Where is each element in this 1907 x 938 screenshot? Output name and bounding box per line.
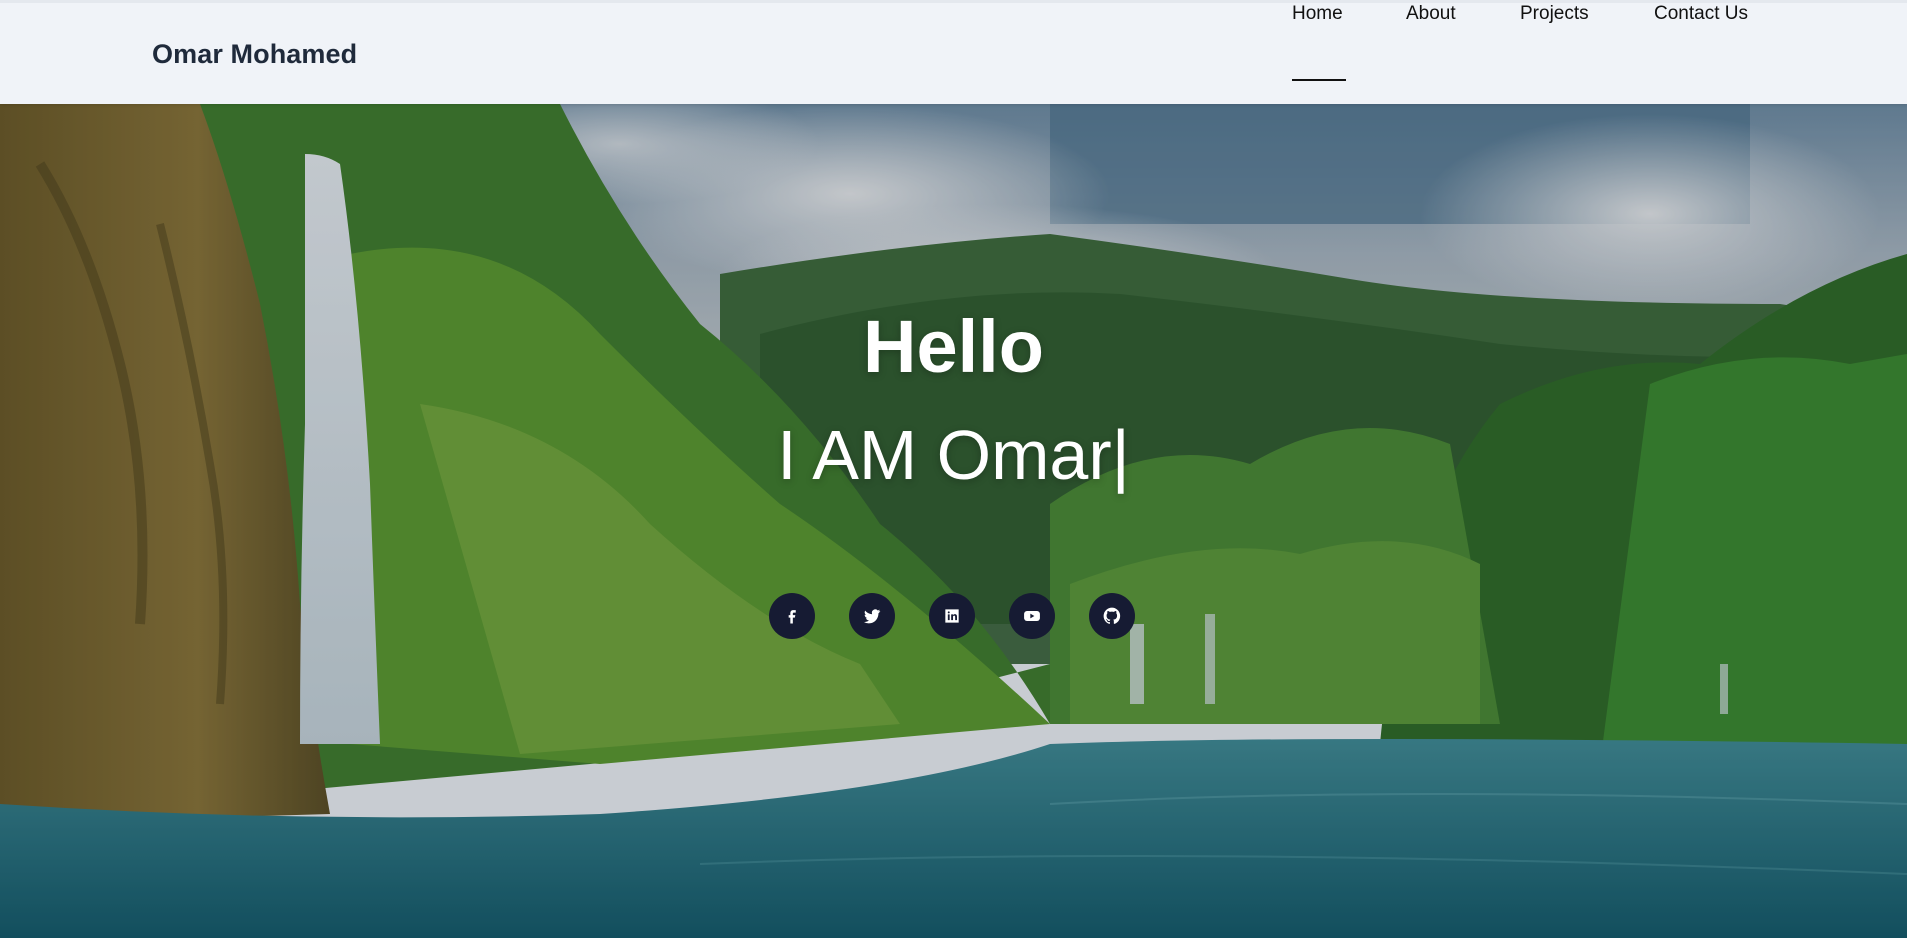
- facebook-icon: [788, 610, 796, 624]
- youtube-link[interactable]: [1009, 593, 1055, 639]
- twitter-icon: [863, 609, 881, 624]
- brand-logo[interactable]: Omar Mohamed: [152, 39, 357, 70]
- nav-link-home[interactable]: Home: [1292, 3, 1343, 25]
- linkedin-icon: [945, 609, 959, 623]
- nav-link-projects[interactable]: Projects: [1520, 3, 1589, 25]
- facebook-link[interactable]: [769, 593, 815, 639]
- hero-dark-overlay: [0, 104, 1907, 938]
- github-link[interactable]: [1089, 593, 1135, 639]
- github-icon: [1103, 607, 1121, 624]
- hero-section: Hello I AM Omar|: [0, 104, 1907, 938]
- nav-link-about[interactable]: About: [1406, 3, 1456, 25]
- active-nav-indicator: [1292, 79, 1346, 81]
- navbar: Omar Mohamed Home About Projects Contact…: [0, 0, 1907, 104]
- twitter-link[interactable]: [849, 593, 895, 639]
- nav-link-contact[interactable]: Contact Us: [1654, 3, 1748, 25]
- hero-subtitle-typing: I AM Omar|: [777, 416, 1130, 494]
- youtube-icon: [1024, 611, 1040, 621]
- linkedin-link[interactable]: [929, 593, 975, 639]
- hero-title: Hello: [863, 305, 1044, 388]
- social-links: [0, 593, 1907, 641]
